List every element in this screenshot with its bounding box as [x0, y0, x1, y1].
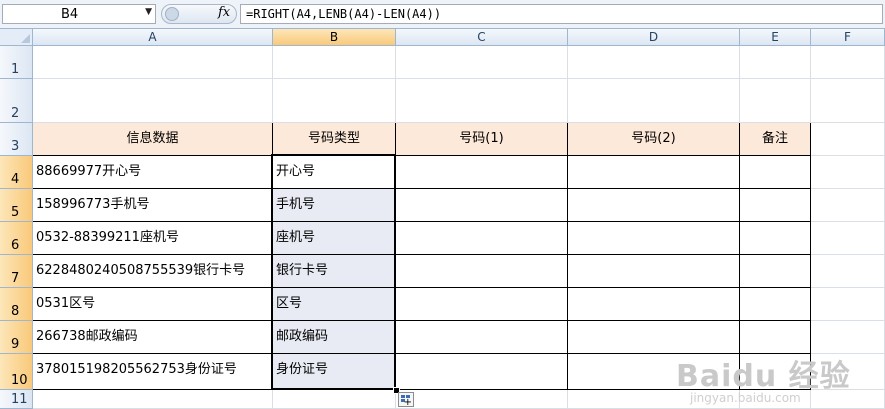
- formula-controls: fx: [161, 4, 237, 24]
- table-cell[interactable]: 身份证号: [273, 354, 396, 390]
- row-header-6[interactable]: 6: [0, 222, 33, 255]
- table-cell[interactable]: 0532-88399211座机号: [33, 222, 273, 255]
- cell[interactable]: [396, 79, 568, 123]
- table-cell[interactable]: 378015198205562753身份证号: [33, 354, 273, 390]
- cell[interactable]: [33, 46, 273, 79]
- cell[interactable]: [811, 222, 885, 255]
- cell[interactable]: [273, 390, 396, 409]
- cell[interactable]: [811, 123, 885, 156]
- column-header-d[interactable]: D: [568, 29, 740, 46]
- table-cell[interactable]: [396, 156, 568, 189]
- row-header-3[interactable]: 3: [0, 123, 33, 156]
- row-header-7[interactable]: 7: [0, 255, 33, 288]
- row-header-10[interactable]: 10: [0, 354, 33, 390]
- row-header-8[interactable]: 8: [0, 288, 33, 321]
- table-cell[interactable]: 6228480240508755539银行卡号: [33, 255, 273, 288]
- table-cell[interactable]: 邮政编码: [273, 321, 396, 354]
- table-cell[interactable]: 266738邮政编码: [33, 321, 273, 354]
- column-header-e[interactable]: E: [740, 29, 811, 46]
- header-cell-type[interactable]: 号码类型: [273, 123, 396, 156]
- corner-triangle-icon: [21, 34, 30, 43]
- row-header-5[interactable]: 5: [0, 189, 33, 222]
- cell[interactable]: [568, 79, 740, 123]
- table-cell[interactable]: [568, 288, 740, 321]
- resize-handle-icon[interactable]: [165, 7, 179, 21]
- table-cell[interactable]: 座机号: [273, 222, 396, 255]
- table-cell[interactable]: [396, 255, 568, 288]
- watermark-logo: Baidu 经验: [676, 359, 851, 394]
- header-cell-notes[interactable]: 备注: [740, 123, 811, 156]
- table-cell[interactable]: [396, 354, 568, 390]
- table-cell[interactable]: [740, 189, 811, 222]
- cell[interactable]: [811, 321, 885, 354]
- table-cell[interactable]: 银行卡号: [273, 255, 396, 288]
- name-box[interactable]: B4 ▼: [2, 4, 156, 24]
- formula-input[interactable]: =RIGHT(A4,LENB(A4)-LEN(A4)): [240, 4, 883, 24]
- row-header-2[interactable]: 2: [0, 79, 33, 123]
- table-cell[interactable]: [740, 321, 811, 354]
- table-cell[interactable]: [740, 255, 811, 288]
- cell[interactable]: [811, 156, 885, 189]
- row-header-4[interactable]: 4: [0, 156, 33, 189]
- cell[interactable]: [273, 46, 396, 79]
- table-cell[interactable]: [396, 189, 568, 222]
- header-cell-number2[interactable]: 号码(2): [568, 123, 740, 156]
- row-header-9[interactable]: 9: [0, 321, 33, 354]
- table-cell[interactable]: [396, 288, 568, 321]
- cell[interactable]: [568, 46, 740, 79]
- table-cell[interactable]: [396, 222, 568, 255]
- table-cell[interactable]: [568, 189, 740, 222]
- cell[interactable]: [33, 390, 273, 409]
- name-box-value: B4: [61, 7, 79, 22]
- header-cell-info[interactable]: 信息数据: [33, 123, 273, 156]
- table-cell[interactable]: [568, 321, 740, 354]
- table-cell[interactable]: 158996773手机号: [33, 189, 273, 222]
- select-all-button[interactable]: [0, 29, 33, 46]
- header-cell-number1[interactable]: 号码(1): [396, 123, 568, 156]
- column-header-c[interactable]: C: [396, 29, 568, 46]
- column-header-a[interactable]: A: [33, 29, 273, 46]
- table-cell[interactable]: [396, 321, 568, 354]
- cell[interactable]: [811, 189, 885, 222]
- formula-bar: B4 ▼ fx =RIGHT(A4,LENB(A4)-LEN(A4)): [0, 0, 885, 29]
- row-header-11[interactable]: 11: [0, 390, 33, 409]
- table-cell[interactable]: [740, 156, 811, 189]
- table-cell[interactable]: 0531区号: [33, 288, 273, 321]
- insert-function-button[interactable]: fx: [218, 5, 230, 20]
- cell[interactable]: [811, 79, 885, 123]
- column-header-f[interactable]: F: [811, 29, 885, 46]
- cell[interactable]: [740, 46, 811, 79]
- table-cell[interactable]: [568, 255, 740, 288]
- table-cell[interactable]: 开心号: [273, 156, 396, 189]
- table-cell[interactable]: [740, 222, 811, 255]
- cell[interactable]: [273, 79, 396, 123]
- table-cell[interactable]: [568, 222, 740, 255]
- table-cell[interactable]: [568, 156, 740, 189]
- auto-fill-options-icon[interactable]: +: [398, 392, 414, 408]
- table-cell[interactable]: 区号: [273, 288, 396, 321]
- watermark-url: jingyan.baidu.com: [690, 391, 801, 405]
- cell[interactable]: [811, 288, 885, 321]
- row-header-1[interactable]: 1: [0, 46, 33, 79]
- cell[interactable]: [811, 255, 885, 288]
- cell[interactable]: [740, 79, 811, 123]
- column-header-b[interactable]: B: [273, 29, 396, 46]
- worksheet-grid[interactable]: A B C D E F 1 2 3 4 5 6 7 8 9 10 11 信息数据…: [0, 29, 885, 409]
- cell[interactable]: [396, 390, 568, 409]
- cell[interactable]: [811, 46, 885, 79]
- table-cell[interactable]: 手机号: [273, 189, 396, 222]
- cell[interactable]: [396, 46, 568, 79]
- cell[interactable]: [33, 79, 273, 123]
- chevron-down-icon[interactable]: ▼: [145, 7, 152, 17]
- table-cell[interactable]: [740, 288, 811, 321]
- table-cell[interactable]: 88669977开心号: [33, 156, 273, 189]
